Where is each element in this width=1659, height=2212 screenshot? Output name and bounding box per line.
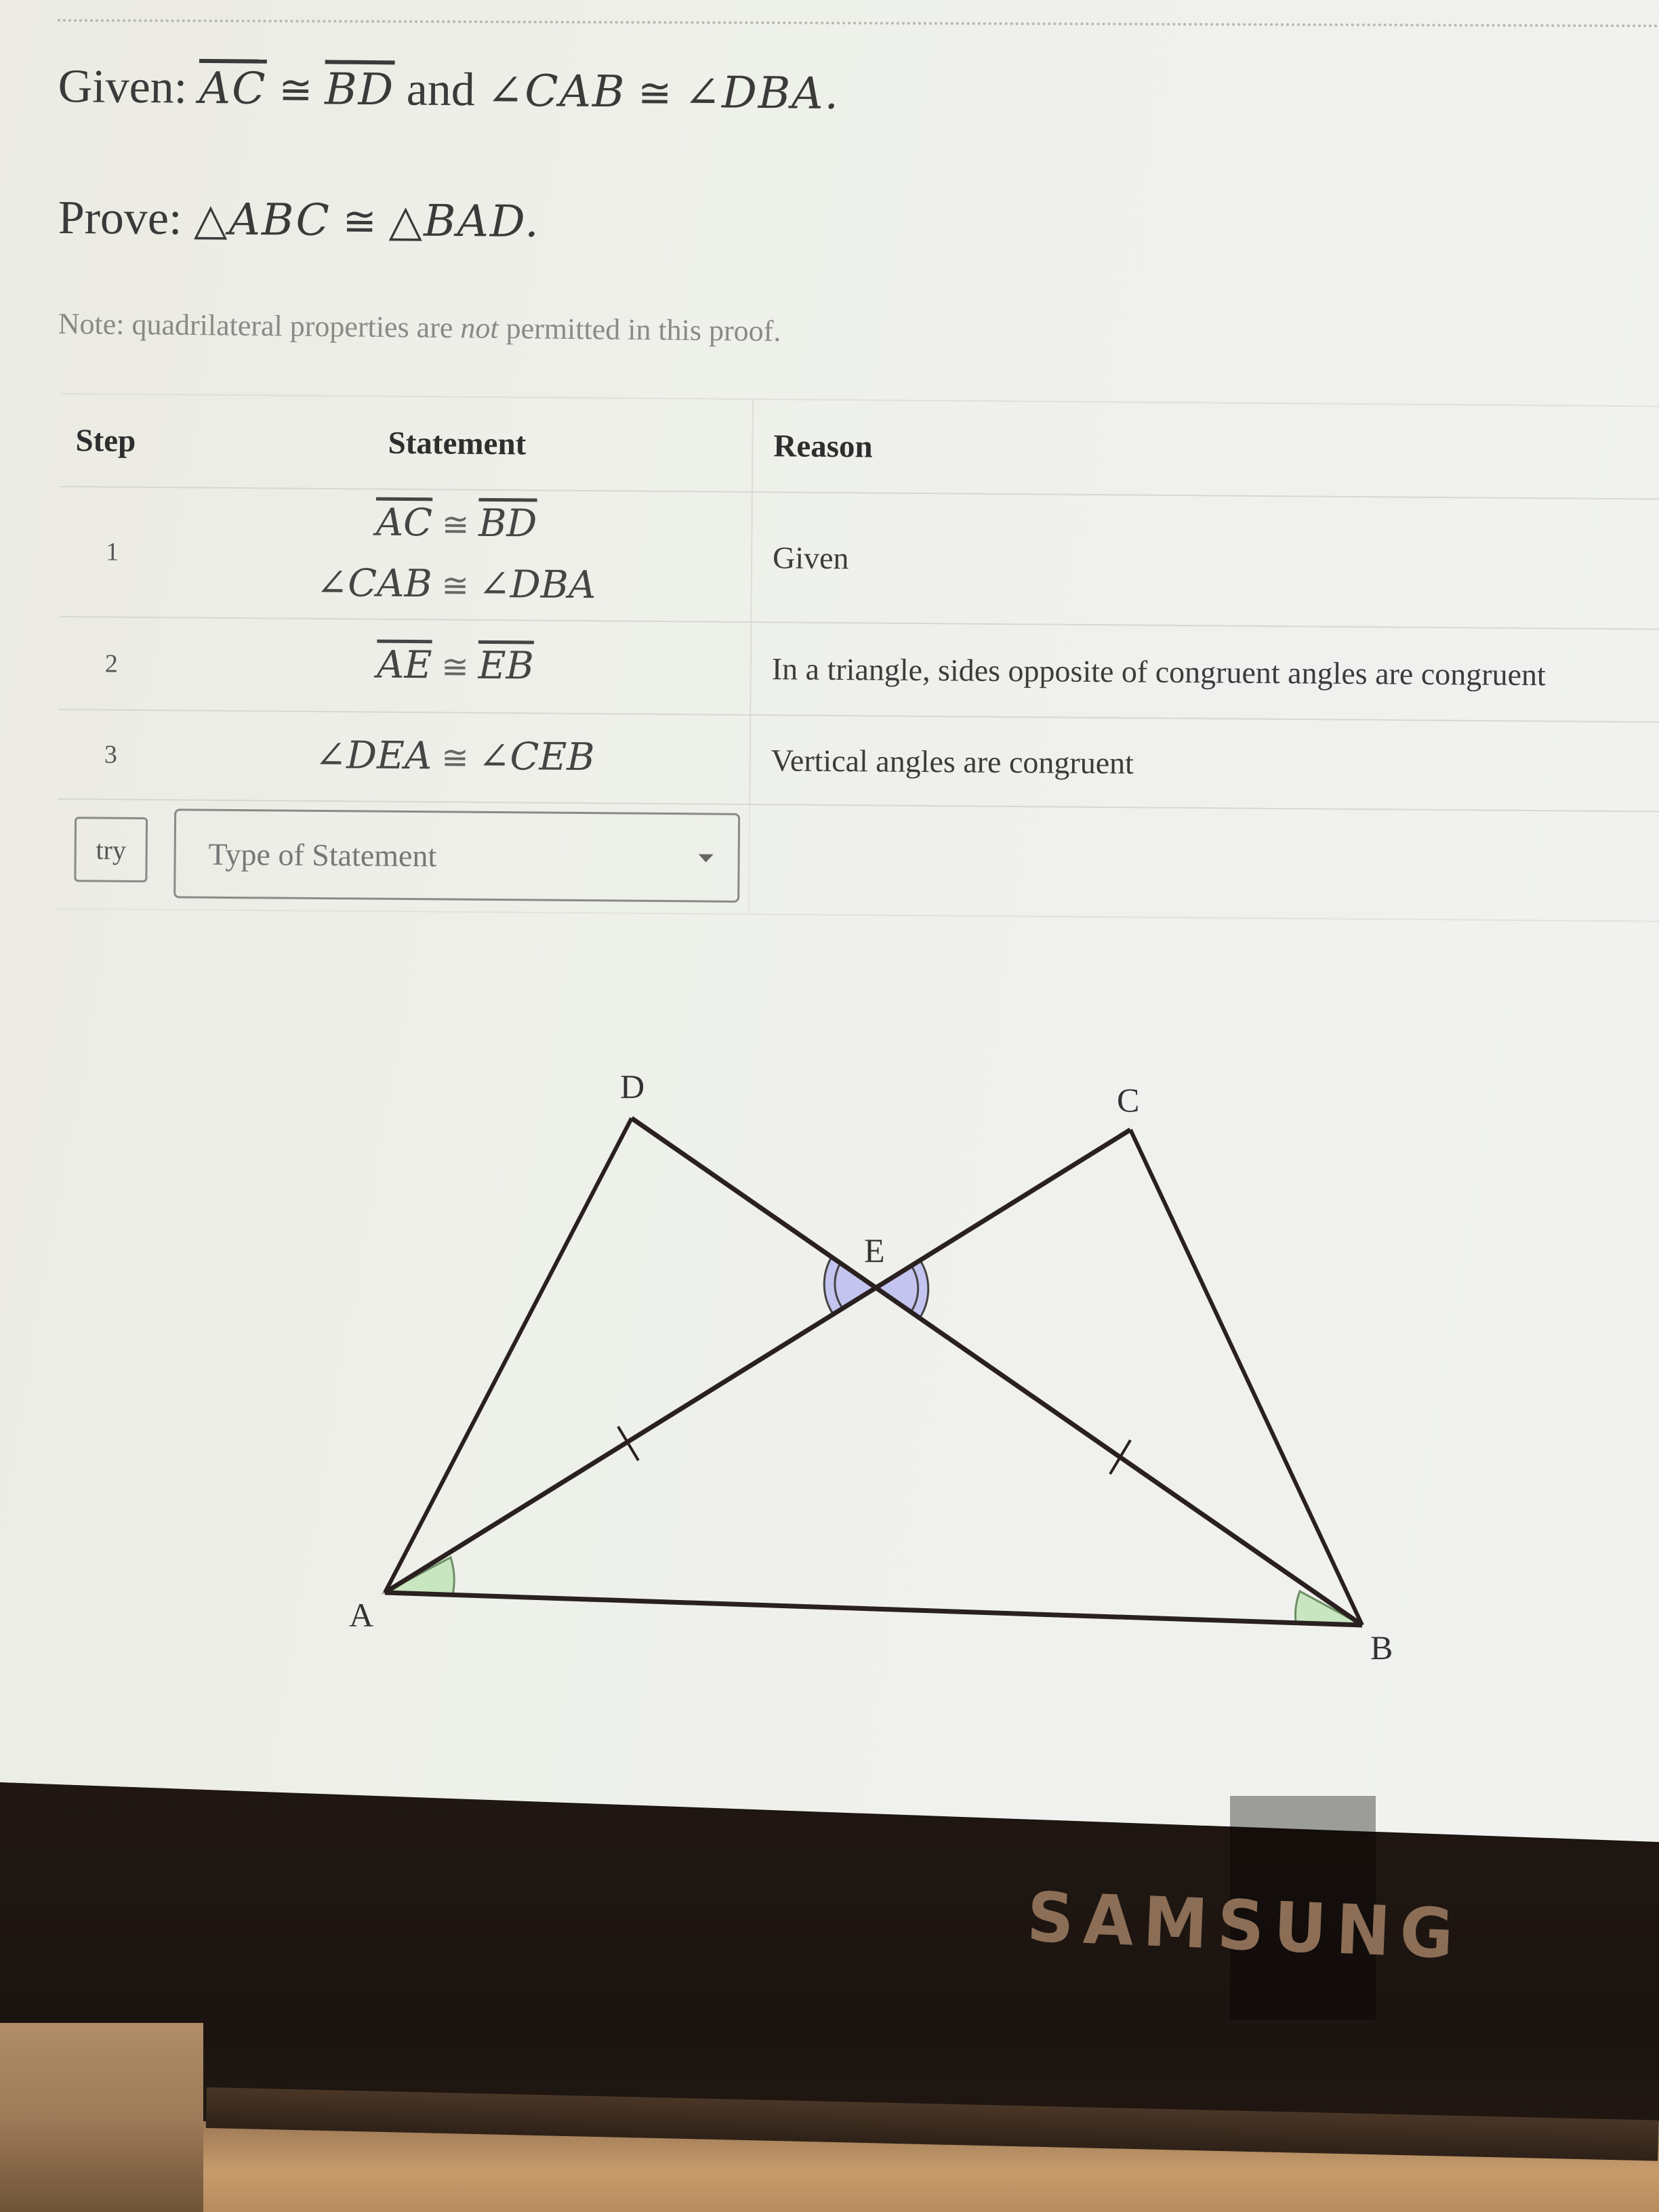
label-a: A bbox=[349, 1596, 373, 1634]
segment-ac bbox=[384, 1128, 1132, 1595]
label-d: D bbox=[620, 1067, 644, 1105]
laptop-screen: Given: AC ≅ BD and ∠CAB ≅ ∠DBA. Prove: △ABC ≅… bbox=[0, 0, 1659, 1842]
label-c: C bbox=[1117, 1081, 1139, 1119]
proof-page: Given: AC ≅ BD and ∠CAB ≅ ∠DBA. Prove: △ABC ≅… bbox=[0, 0, 1659, 1842]
segment-ad bbox=[383, 1117, 634, 1594]
geometry-diagram: D C E A B bbox=[349, 1067, 1393, 1666]
laptop-base-left bbox=[0, 2023, 203, 2212]
label-b: B bbox=[1370, 1629, 1393, 1666]
segment-ab bbox=[384, 1590, 1363, 1628]
tick-mark-eb bbox=[1109, 1439, 1132, 1475]
segment-cb bbox=[1128, 1128, 1364, 1626]
label-e: E bbox=[864, 1231, 885, 1269]
